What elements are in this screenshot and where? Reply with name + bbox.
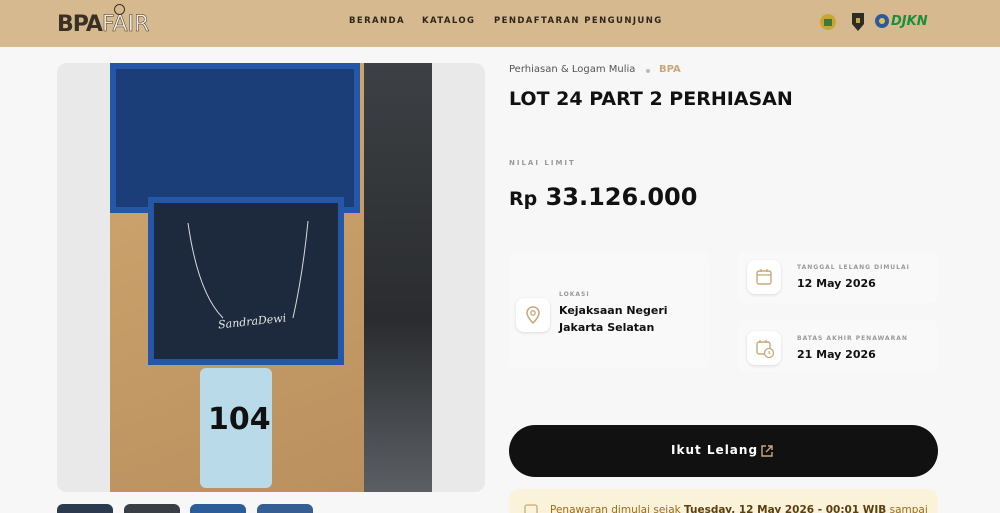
category-link[interactable]: Perhiasan & Logam Mulia xyxy=(509,64,635,75)
notice-calendar-icon xyxy=(524,504,538,513)
kejaksaan-emblem-icon xyxy=(820,14,836,30)
thumbnail-1[interactable] xyxy=(57,504,113,513)
djkn-logo: DJKN xyxy=(874,12,932,32)
external-link-icon xyxy=(761,445,773,457)
location-icon-box xyxy=(516,298,550,332)
calendar-icon-box xyxy=(747,260,781,294)
jewelry-box-lid xyxy=(110,63,360,213)
kemenkeu-emblem-icon xyxy=(875,14,889,28)
nav-katalog[interactable]: KATALOG xyxy=(422,16,475,26)
end-date-label: BATAS AKHIR PENAWARAN xyxy=(797,335,908,342)
nav-pendaftaran-pengunjung[interactable]: PENDAFTARAN PENGUNJUNG xyxy=(494,16,663,26)
start-date-value: 12 May 2026 xyxy=(797,277,876,290)
thumbnail-4[interactable] xyxy=(257,504,313,513)
product-photo: SandraDewi 104 xyxy=(110,63,432,492)
currency-label: Rp xyxy=(509,188,538,210)
calendar-icon xyxy=(756,269,772,285)
location-line-1: Kejaksaan Negeri xyxy=(559,304,668,317)
djkn-text: DJKN xyxy=(891,14,928,29)
lot-number-tag: 104 xyxy=(200,368,272,488)
globe-icon xyxy=(114,4,125,15)
end-date-value: 21 May 2026 xyxy=(797,348,876,361)
thumbnail-3[interactable] xyxy=(190,504,246,513)
photo-background xyxy=(364,63,432,492)
start-date-label: TANGGAL LELANG DIMULAI xyxy=(797,264,910,271)
calendar-clock-icon xyxy=(756,340,775,359)
ikut-lelang-label: Ikut Lelang xyxy=(671,443,759,457)
notice-suffix: sampai xyxy=(886,504,928,513)
calendar-clock-icon-box xyxy=(747,331,781,365)
thumbnail-2[interactable] xyxy=(124,504,180,513)
lot-number: 104 xyxy=(208,402,271,437)
police-shield-icon xyxy=(852,13,864,31)
map-pin-icon xyxy=(526,306,540,325)
notice-prefix: Penawaran dimulai sejak xyxy=(550,504,685,513)
top-header: BPAFAIR BERANDA KATALOG PENDAFTARAN PENG… xyxy=(0,0,1000,47)
limit-label: NILAI LIMIT xyxy=(509,159,576,167)
separator-dot xyxy=(646,69,650,73)
notice-text: Penawaran dimulai sejak Tuesday, 12 May … xyxy=(550,504,928,513)
location-label: LOKASI xyxy=(559,291,590,298)
notice-datetime: Tuesday, 12 May 2026 - 00:01 WIB xyxy=(684,504,887,513)
page-title: LOT 24 PART 2 PERHIASAN xyxy=(509,88,793,110)
price-value: 33.126.000 xyxy=(545,183,698,211)
location-line-2: Jakarta Selatan xyxy=(559,321,655,334)
bpa-fair-logo[interactable]: BPAFAIR xyxy=(57,12,150,38)
seller-badge: BPA xyxy=(659,64,681,75)
nav-beranda[interactable]: BERANDA xyxy=(349,16,405,26)
limit-price: Rp 33.126.000 xyxy=(509,183,697,211)
product-image-viewer[interactable]: SandraDewi 104 xyxy=(57,63,485,492)
logo-fair-text: FAIR xyxy=(101,12,150,38)
logo-bpa-text: BPA xyxy=(57,12,103,37)
